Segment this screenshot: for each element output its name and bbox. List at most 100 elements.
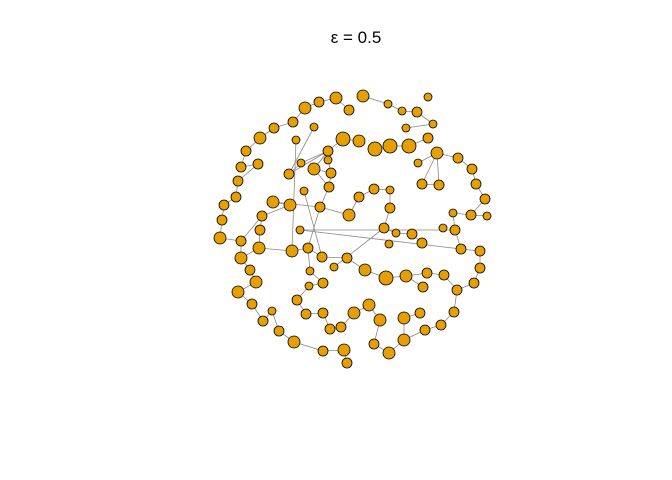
- graph-node: [399, 269, 413, 283]
- graph-node: [466, 163, 478, 175]
- graph-node: [291, 294, 303, 306]
- graph-node: [421, 267, 433, 279]
- graph-node: [373, 313, 387, 327]
- graph-node: [378, 270, 394, 286]
- graph-node: [451, 284, 463, 296]
- graph-node: [401, 123, 411, 133]
- graph-node: [317, 277, 329, 289]
- graph-node: [342, 208, 356, 222]
- graph-node: [329, 91, 343, 105]
- graph-node: [216, 214, 228, 226]
- graph-node: [341, 252, 353, 264]
- graph-node: [479, 193, 491, 205]
- graph-node: [300, 308, 312, 320]
- graph-node: [313, 96, 325, 108]
- graph-node: [254, 224, 266, 236]
- graph-node: [283, 168, 295, 180]
- graph-node: [397, 333, 411, 347]
- graph-node: [253, 131, 267, 145]
- graph-node: [283, 198, 297, 212]
- graph-node: [423, 92, 433, 102]
- graph-node: [419, 324, 431, 336]
- graph-edge: [272, 201, 321, 208]
- graph-node: [384, 202, 396, 214]
- graph-node: [448, 208, 458, 218]
- graph-node: [252, 241, 266, 255]
- graph-node: [367, 141, 383, 157]
- graph-node: [287, 335, 301, 349]
- graph-node: [213, 231, 227, 245]
- graph-node: [343, 104, 355, 116]
- graph-node: [244, 264, 256, 276]
- graph-node: [285, 244, 299, 258]
- graph-node: [341, 357, 353, 369]
- graph-node: [449, 224, 461, 236]
- graph-node: [474, 245, 486, 257]
- graph-node: [232, 175, 244, 187]
- graph-node: [235, 161, 247, 173]
- graph-node: [465, 209, 477, 221]
- graph-node: [414, 307, 426, 319]
- graph-edge: [333, 227, 385, 268]
- graph-node: [317, 345, 329, 357]
- graph-node: [397, 106, 407, 116]
- graph-node: [296, 158, 306, 168]
- graph-node: [452, 152, 464, 164]
- graph-node: [295, 225, 305, 235]
- graph-node: [329, 262, 339, 272]
- graph-node: [257, 315, 269, 327]
- graph-node: [356, 89, 370, 103]
- graph-node: [353, 191, 365, 203]
- graph-node: [291, 135, 301, 145]
- graph-node: [438, 269, 450, 281]
- graph-node: [347, 306, 361, 320]
- graph-node: [304, 281, 314, 291]
- graph-node: [235, 235, 247, 247]
- graph-node: [299, 186, 309, 196]
- graph-node: [438, 223, 448, 233]
- graph-node: [455, 243, 467, 255]
- graph-node: [411, 106, 423, 118]
- graph-node: [325, 167, 337, 179]
- graph-node: [268, 122, 280, 134]
- graph-node: [266, 195, 280, 209]
- graph-node: [428, 119, 438, 129]
- graph-node: [406, 228, 418, 240]
- graph-node: [448, 306, 460, 318]
- graph-node: [335, 321, 347, 333]
- graph-node: [384, 239, 394, 249]
- graph-node: [323, 155, 333, 165]
- graph-node: [246, 298, 258, 310]
- graph-node: [416, 237, 428, 249]
- graph-node: [417, 281, 429, 293]
- graph-node: [391, 228, 401, 238]
- graph-node: [470, 178, 482, 190]
- graph-node: [324, 323, 336, 335]
- graph-node: [240, 145, 252, 157]
- nodes-layer: [213, 89, 492, 369]
- graph-node: [302, 242, 314, 254]
- graph-node: [474, 262, 486, 274]
- graph-node: [382, 138, 398, 154]
- graph-node: [256, 210, 268, 222]
- graph-node: [385, 185, 395, 195]
- graph-node: [358, 263, 372, 277]
- graph-node: [234, 251, 248, 265]
- graph-node: [231, 285, 245, 299]
- network-graph: [213, 89, 492, 369]
- graph-node: [362, 298, 376, 312]
- graph-node: [401, 138, 417, 154]
- graph-node: [317, 307, 329, 319]
- graph-node: [230, 191, 242, 203]
- graph-node: [468, 277, 480, 289]
- graph-node: [335, 131, 351, 147]
- graph-node: [382, 346, 396, 360]
- graph-node: [416, 178, 428, 190]
- graph-node: [305, 266, 315, 276]
- graph-node: [430, 146, 444, 160]
- graph-node: [307, 162, 321, 176]
- graph-node: [378, 222, 390, 234]
- graph-node: [383, 99, 393, 109]
- graph-node: [435, 319, 447, 331]
- graph-node: [322, 145, 334, 157]
